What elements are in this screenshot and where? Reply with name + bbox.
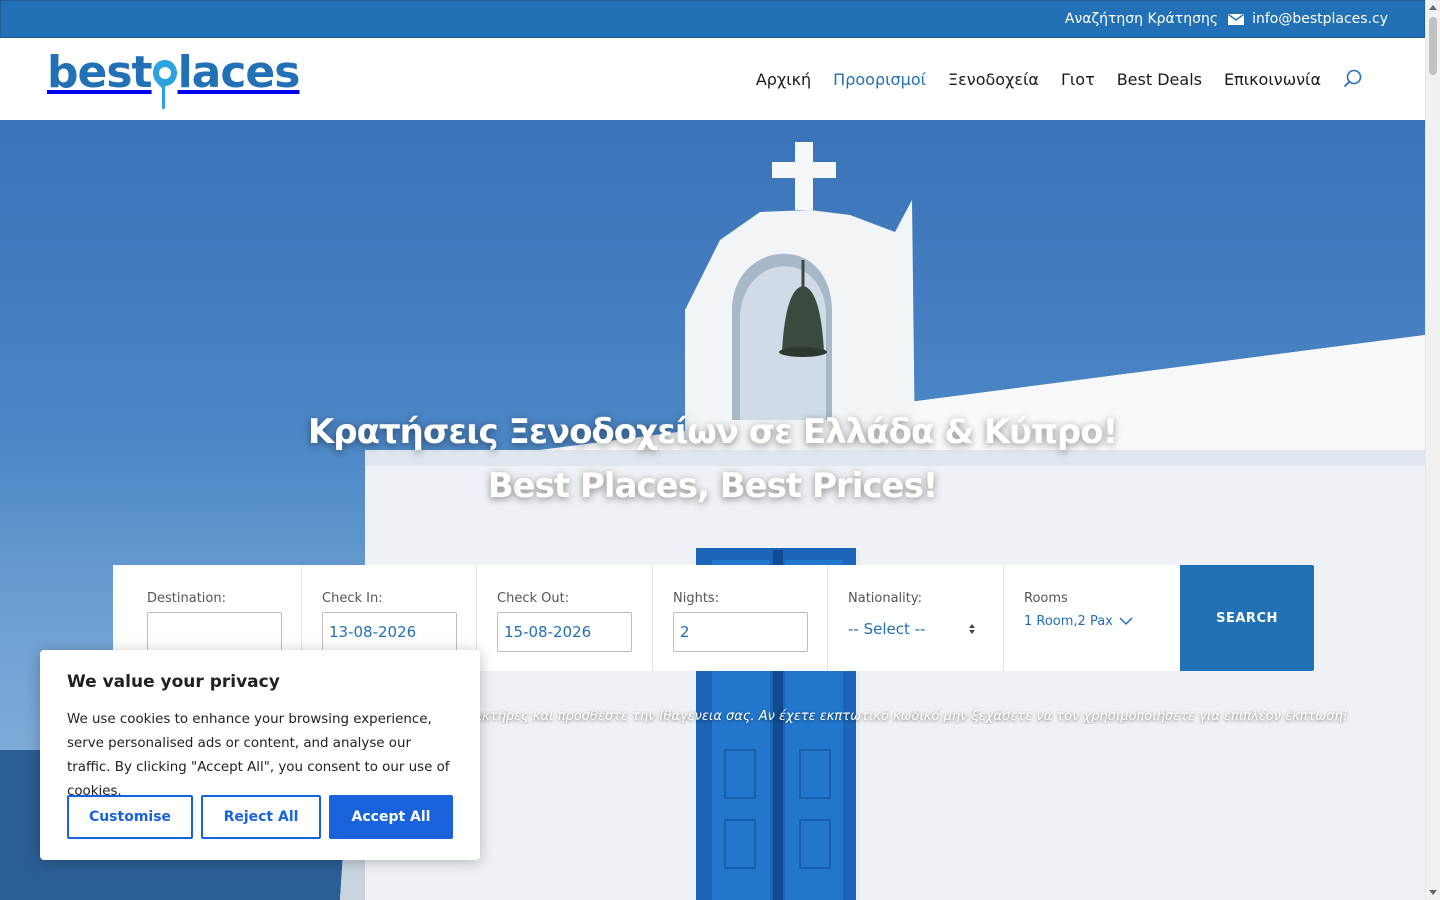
scroll-up-arrow-icon[interactable]: [1429, 5, 1437, 10]
reject-all-button[interactable]: Reject All: [201, 795, 321, 839]
scroll-down-arrow-icon[interactable]: [1429, 890, 1437, 895]
checkin-label: Check In:: [322, 591, 383, 606]
nationality-select[interactable]: -- Select --: [848, 612, 976, 638]
nationality-value: -- Select --: [848, 620, 926, 638]
chevron-down-icon: [1119, 617, 1133, 626]
logo-part-best: best: [47, 47, 153, 98]
hero-title-line1: Κρατήσεις Ξενοδοχείων σε Ελλάδα & Κύπρο!: [307, 412, 1118, 452]
checkout-label: Check Out:: [497, 591, 570, 606]
customise-button[interactable]: Customise: [67, 795, 193, 839]
rooms-field: Rooms 1 Room,2 Pax: [1004, 565, 1180, 671]
cookie-consent-banner: We value your privacy We use cookies to …: [40, 650, 480, 860]
checkout-input[interactable]: 15-08-2026: [497, 612, 632, 652]
nationality-field: Nationality: -- Select --: [828, 565, 1004, 671]
site-logo[interactable]: best laces: [47, 47, 301, 112]
email-link[interactable]: info@bestplaces.cy: [1228, 11, 1388, 27]
nights-input[interactable]: 2: [673, 612, 808, 652]
cookie-title: We value your privacy: [67, 672, 280, 692]
accept-all-button[interactable]: Accept All: [329, 795, 453, 839]
logo-text: best: [47, 47, 153, 98]
scrollbar-thumb[interactable]: [1429, 17, 1437, 75]
top-bar: Αναζήτηση Κράτησης info@bestplaces.cy: [0, 0, 1425, 38]
nights-field: Nights: 2: [653, 565, 828, 671]
nav-item-home[interactable]: Αρχική: [756, 70, 811, 89]
nav-item-destinations[interactable]: Προορισμοί: [833, 70, 926, 89]
search-button[interactable]: SEARCH: [1180, 565, 1314, 671]
search-icon[interactable]: [1343, 69, 1363, 89]
checkin-input[interactable]: 13-08-2026: [322, 612, 457, 652]
mail-icon: [1228, 13, 1245, 25]
email-text: info@bestplaces.cy: [1252, 11, 1388, 27]
select-arrows-icon: [969, 624, 975, 634]
nav-item-yachts[interactable]: Γιοτ: [1061, 70, 1095, 89]
nights-label: Nights:: [673, 591, 720, 606]
site-header: best laces Αρχική Προορισμοί Ξενοδοχεία …: [0, 38, 1425, 120]
nationality-label: Nationality:: [848, 591, 923, 606]
search-booking-link[interactable]: Αναζήτηση Κράτησης: [1065, 11, 1218, 27]
hero-title-line2: Best Places, Best Prices!: [487, 466, 939, 506]
main-nav: Αρχική Προορισμοί Ξενοδοχεία Γιοτ Best D…: [734, 38, 1363, 120]
nav-item-hotels[interactable]: Ξενοδοχεία: [948, 70, 1039, 89]
cookie-buttons: Customise Reject All Accept All: [67, 795, 453, 839]
cookie-text: We use cookies to enhance your browsing …: [67, 712, 450, 799]
page-scrollbar[interactable]: [1425, 0, 1440, 900]
rooms-selector[interactable]: 1 Room,2 Pax: [1024, 612, 1160, 629]
destination-label: Destination:: [147, 591, 226, 606]
logo-part-laces: laces: [177, 47, 301, 98]
nav-item-best-deals[interactable]: Best Deals: [1117, 70, 1202, 89]
rooms-value: 1 Room,2 Pax: [1024, 614, 1113, 629]
rooms-label: Rooms: [1024, 591, 1068, 606]
destination-input[interactable]: [147, 612, 282, 652]
checkout-field: Check Out: 15-08-2026: [477, 565, 653, 671]
nav-item-contact[interactable]: Επικοινωνία: [1224, 70, 1321, 89]
location-pin-icon: [152, 60, 177, 110]
